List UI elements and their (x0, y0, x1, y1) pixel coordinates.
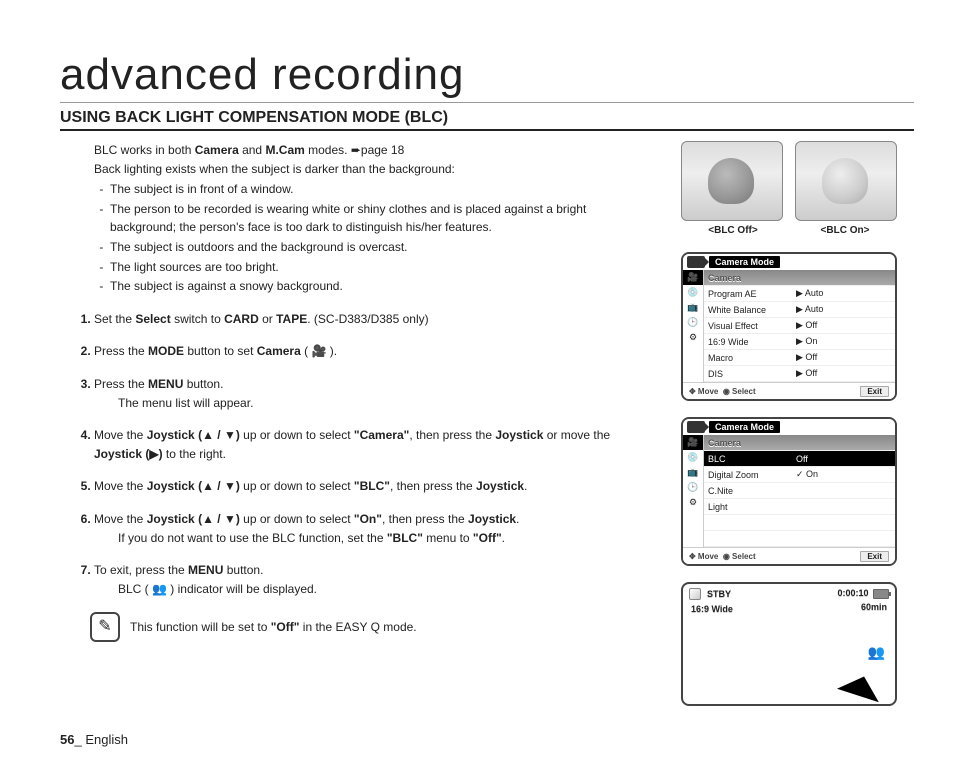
foot-select: ◉ Select (723, 387, 756, 396)
menu-icon-column: 🎥💿📺🕒⚙ (683, 270, 704, 382)
step: Move the Joystick (▲ / ▼) up or down to … (94, 426, 640, 463)
menu-header: Camera (704, 438, 794, 448)
menu-row: 16:9 Wide▶ On (704, 334, 895, 350)
menu-row (704, 531, 895, 547)
camera-icon (687, 421, 705, 433)
status-screen: STBY 0:00:10 16:9 Wide 60min 👥 (681, 582, 897, 706)
step: Move the Joystick (▲ / ▼) up or down to … (94, 477, 640, 496)
mode-label: Camera Mode (709, 256, 780, 268)
photo-blc-on (795, 141, 897, 221)
photo-blc-off (681, 141, 783, 221)
step: Set the Select switch to CARD or TAPE. (… (94, 310, 640, 329)
intro-bold: Camera (195, 143, 239, 157)
foot-select: ◉ Select (723, 552, 756, 561)
menu-screen-2: Camera Mode 🎥💿📺🕒⚙ Camera BLCOff Digital … (681, 417, 897, 566)
battery-icon (873, 589, 889, 599)
illustrations: <BLC Off> <BLC On> Camera Mode 🎥💿📺🕒⚙ Cam… (664, 141, 914, 706)
rec-icon (689, 588, 701, 600)
menu-row: White Balance▶ Auto (704, 302, 895, 318)
camera-icon (687, 256, 705, 268)
menu-row: C.Nite (704, 483, 895, 499)
menu-row (704, 515, 895, 531)
list-item: The subject is outdoors and the backgrou… (110, 238, 640, 257)
stby-label: STBY (707, 589, 731, 599)
menu-row: DIS▶ Off (704, 366, 895, 382)
intro-text: BLC works in both (94, 143, 195, 157)
foot-exit: Exit (860, 551, 889, 562)
time-label: 0:00:10 (837, 588, 868, 598)
foot-exit: Exit (860, 386, 889, 397)
play-triangle-icon (837, 670, 885, 703)
photo-label: <BLC On> (795, 225, 895, 236)
menu-row: Digital Zoom✓ On (704, 467, 895, 483)
list-item: The person to be recorded is wearing whi… (110, 200, 640, 237)
list-item: The subject is against a snowy backgroun… (110, 277, 640, 296)
foot-move: ✥ Move (689, 387, 718, 396)
list-item: The subject is in front of a window. (110, 180, 640, 199)
blc-icon: 👥 (868, 644, 885, 661)
menu-row: Program AE▶ Auto (704, 286, 895, 302)
step: Move the Joystick (▲ / ▼) up or down to … (94, 510, 640, 547)
menu-screen-1: Camera Mode 🎥💿📺🕒⚙ Camera Program AE▶ Aut… (681, 252, 897, 401)
foot-move: ✥ Move (689, 552, 718, 561)
step: Press the MODE button to set Camera ( 🎥 … (94, 342, 640, 361)
menu-row-selected: BLCOff (704, 451, 895, 467)
bullet-list: The subject is in front of a window. The… (60, 180, 640, 296)
note-icon: ✎ (90, 612, 120, 642)
note: ✎ This function will be set to "Off" in … (90, 612, 640, 642)
menu-row: Visual Effect▶ Off (704, 318, 895, 334)
step: To exit, press the MENU button.BLC ( 👥 )… (94, 561, 640, 598)
menu-icon-column: 🎥💿📺🕒⚙ (683, 435, 704, 547)
min-label: 60min (861, 602, 887, 612)
page-ref: page 18 (361, 143, 404, 157)
menu-header: Camera (704, 273, 794, 283)
menu-row: Light (704, 499, 895, 515)
body-text: BLC works in both Camera and M.Cam modes… (60, 141, 640, 706)
mode-label: Camera Mode (709, 421, 780, 433)
wide-label: 16:9 Wide (691, 604, 733, 614)
menu-row: Macro▶ Off (704, 350, 895, 366)
step: Press the MENU button.The menu list will… (94, 375, 640, 412)
step-list: Set the Select switch to CARD or TAPE. (… (60, 310, 640, 599)
section-heading: USING BACK LIGHT COMPENSATION MODE (BLC) (60, 109, 914, 131)
list-item: The light sources are too bright. (110, 258, 640, 277)
page-title: advanced recording (60, 50, 914, 103)
page-footer: 56_ English (60, 732, 128, 747)
photo-label: <BLC Off> (683, 225, 783, 236)
